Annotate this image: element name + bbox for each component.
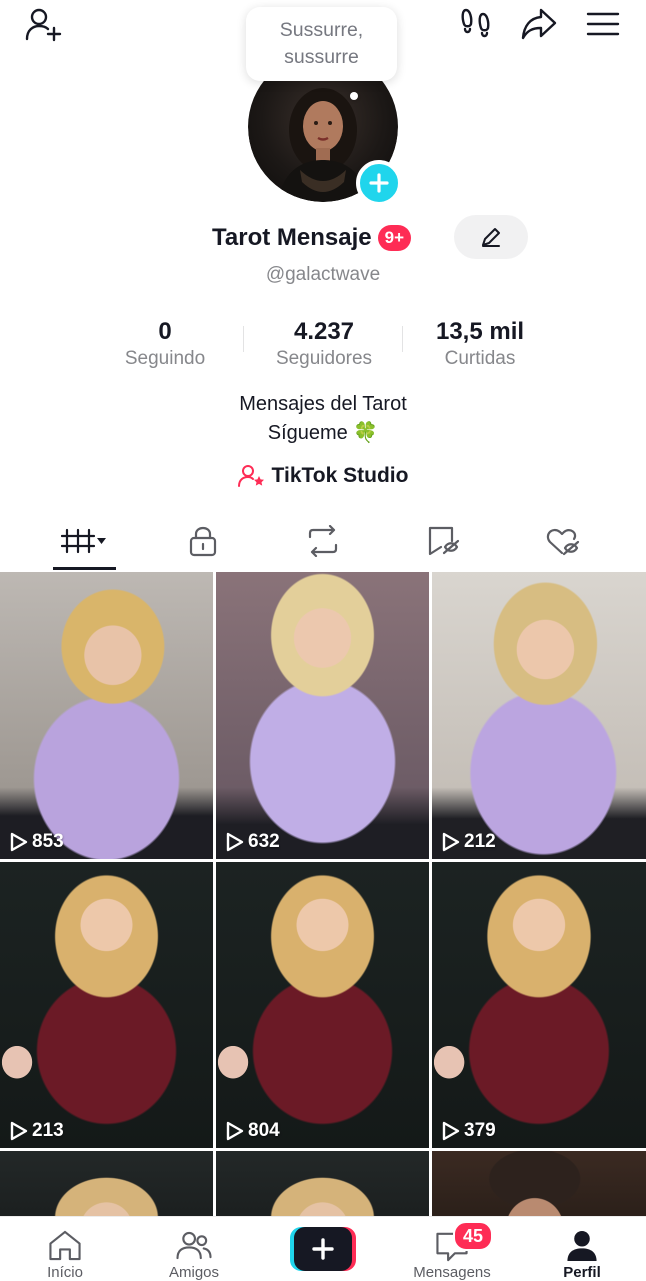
view-count: 632: [226, 831, 280, 853]
view-count: 379: [442, 1120, 496, 1142]
view-count: 212: [442, 831, 496, 853]
nav-label: Mensagens: [413, 1264, 491, 1281]
edit-profile-button[interactable]: [454, 215, 528, 259]
profile-bio: Mensajes del Tarot Sígueme 🍀: [0, 390, 646, 448]
play-icon: [10, 1121, 28, 1141]
home-icon: [49, 1230, 81, 1261]
user-star-icon: [237, 465, 264, 487]
likes-label: Curtidas: [444, 348, 516, 369]
bottom-navigation: Início Amigos Mensagens Perfil: [0, 1216, 646, 1281]
profile-person-icon: [567, 1230, 597, 1262]
create-plus-icon: [290, 1227, 356, 1271]
following-label: Seguindo: [124, 348, 206, 369]
stat-divider: [243, 326, 244, 352]
view-count: 853: [10, 831, 64, 853]
studio-label: TikTok Studio: [271, 464, 409, 487]
add-user-icon: [25, 8, 62, 42]
nav-friends[interactable]: Amigos: [139, 1217, 249, 1281]
following-count: 0: [158, 318, 172, 345]
active-tab-indicator: [53, 567, 116, 570]
share-button[interactable]: [516, 4, 562, 44]
nav-label: Perfil: [563, 1264, 601, 1281]
video-tile[interactable]: 212: [432, 572, 646, 859]
messages-badge: 45: [453, 1221, 494, 1251]
plus-icon: [369, 173, 389, 193]
video-tile[interactable]: [432, 1151, 646, 1221]
menu-button[interactable]: [580, 4, 626, 44]
nav-home[interactable]: Início: [10, 1217, 120, 1281]
video-tile[interactable]: [216, 1151, 429, 1221]
profile-tabs: [0, 512, 646, 570]
bio-line: Mensajes del Tarot: [239, 393, 407, 415]
view-count: 804: [226, 1120, 280, 1142]
lock-icon: [189, 526, 216, 557]
stat-divider: [402, 326, 403, 352]
view-count-value: 212: [464, 831, 496, 852]
profile-name-row: Tarot Mensaje 9+: [212, 220, 411, 256]
video-tile[interactable]: 853: [0, 572, 213, 859]
tiktok-studio-link[interactable]: TikTok Studio: [0, 464, 646, 488]
add-friend-button[interactable]: [20, 4, 68, 44]
nav-label: Início: [47, 1264, 83, 1281]
play-icon: [10, 832, 28, 852]
tab-private[interactable]: [138, 512, 267, 570]
nav-profile[interactable]: Perfil: [527, 1217, 637, 1281]
tooltip-dot: [350, 92, 358, 100]
video-tile[interactable]: 213: [0, 862, 213, 1148]
view-count: 213: [10, 1120, 64, 1142]
tab-reposts[interactable]: [258, 512, 387, 570]
friends-icon: [176, 1231, 212, 1260]
notification-badge[interactable]: 9+: [377, 225, 411, 251]
likes-count: 13,5 mil: [435, 318, 525, 345]
videos-grid-icon: [60, 528, 106, 554]
add-story-button[interactable]: [356, 160, 402, 206]
view-count-value: 632: [248, 831, 280, 852]
video-tile[interactable]: 379: [432, 862, 646, 1148]
followers-count: 4.237: [293, 318, 355, 345]
liked-hidden-icon: [546, 528, 579, 556]
profile-handle: @galactwave: [265, 264, 381, 285]
footprints-button[interactable]: [454, 4, 500, 44]
hamburger-menu-icon: [586, 12, 620, 36]
play-icon: [226, 1121, 244, 1141]
tooltip-bubble: Sussurre, sussurre: [246, 7, 397, 81]
bio-line: Sígueme 🍀: [267, 422, 379, 444]
likes-stat[interactable]: 13,5 mil Curtidas: [405, 318, 555, 370]
share-arrow-icon: [521, 8, 557, 40]
tooltip-text: Sussurre, sussurre: [279, 19, 364, 68]
tab-videos[interactable]: [20, 512, 149, 570]
saved-hidden-icon: [428, 526, 459, 556]
video-tile[interactable]: 632: [216, 572, 429, 859]
video-tile[interactable]: 804: [216, 862, 429, 1148]
view-count-value: 853: [32, 831, 64, 852]
profile-name: Tarot Mensaje: [212, 224, 372, 251]
followers-stat[interactable]: 4.237 Seguidores: [249, 318, 399, 370]
tab-saved[interactable]: [378, 512, 507, 570]
view-count-value: 804: [248, 1120, 280, 1141]
repost-icon: [308, 525, 337, 557]
play-icon: [442, 1121, 460, 1141]
footprints-icon: [461, 8, 490, 38]
nav-label: Amigos: [168, 1264, 220, 1281]
video-tile[interactable]: [0, 1151, 213, 1221]
followers-label: Seguidores: [275, 348, 373, 369]
create-video-button[interactable]: [290, 1227, 356, 1271]
view-count-value: 213: [32, 1120, 64, 1141]
play-icon: [442, 832, 460, 852]
play-icon: [226, 832, 244, 852]
tab-liked[interactable]: [498, 512, 627, 570]
pencil-icon: [482, 228, 500, 247]
following-stat[interactable]: 0 Seguindo: [90, 318, 240, 370]
view-count-value: 379: [464, 1120, 496, 1141]
